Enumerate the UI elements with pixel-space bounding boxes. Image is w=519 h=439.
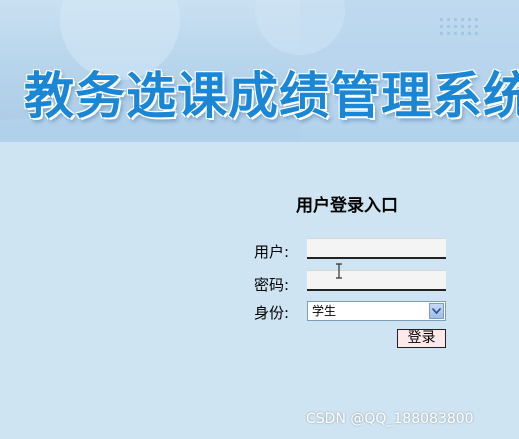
login-heading: 用户登录入口 (296, 196, 398, 216)
role-select[interactable]: 学生 (307, 301, 446, 321)
role-label: 身份: (254, 304, 290, 322)
watermark: CSDN @QQ_188083800 (306, 411, 474, 427)
role-select-value: 学生 (312, 304, 337, 318)
chevron-down-icon[interactable] (429, 303, 444, 319)
username-label: 用户: (254, 243, 290, 261)
password-label: 密码: (254, 276, 290, 294)
password-input[interactable] (307, 270, 446, 291)
system-title: 教务选课成绩管理系统 (24, 67, 519, 125)
header-banner: 教务选课成绩管理系统 (0, 0, 519, 142)
username-input[interactable] (307, 238, 446, 259)
login-button[interactable]: 登录 (397, 329, 446, 348)
text-cursor-icon (336, 263, 342, 279)
